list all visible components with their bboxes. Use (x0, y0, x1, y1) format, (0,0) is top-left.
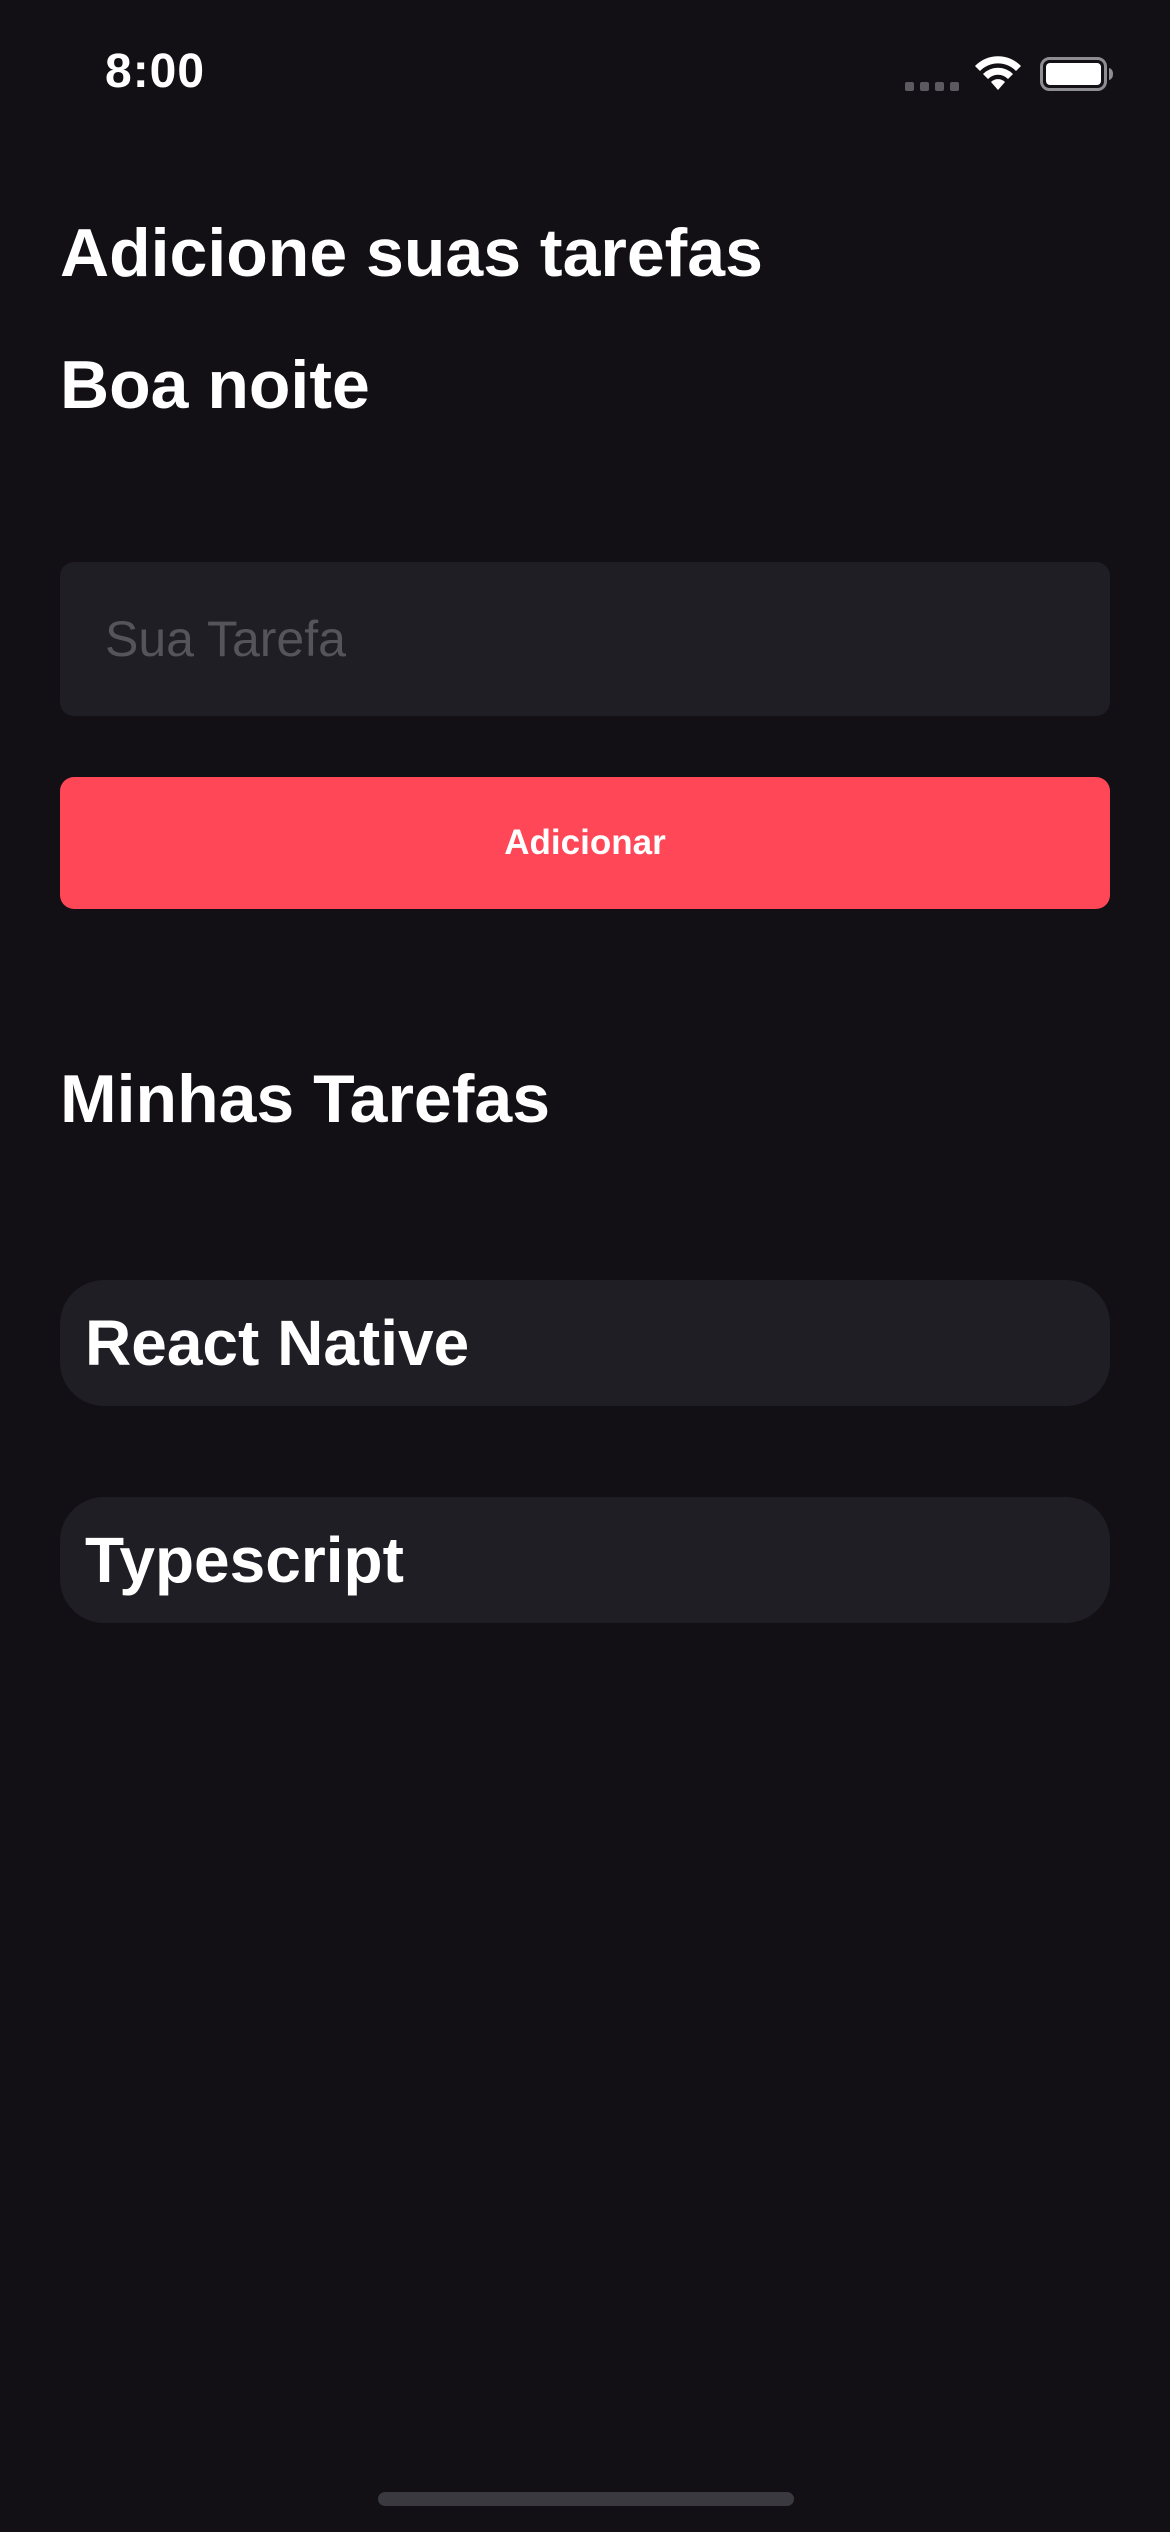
battery-icon (1040, 57, 1113, 91)
status-bar: 8:00 (0, 0, 1170, 150)
add-task-button[interactable]: Adicionar (60, 777, 1110, 909)
task-item-label: Typescript (85, 1524, 404, 1596)
status-time: 8:00 (105, 45, 206, 98)
task-item-label: React Native (85, 1307, 470, 1379)
task-item[interactable]: React Native (60, 1280, 1110, 1406)
home-indicator[interactable] (378, 2492, 794, 2506)
wifi-icon (975, 56, 1021, 90)
signal-dots-icon (905, 82, 959, 91)
task-input[interactable] (60, 562, 1110, 716)
task-item[interactable]: Typescript (60, 1497, 1110, 1623)
page-title: Adicione suas tarefas (60, 215, 763, 291)
tasks-section-title: Minhas Tarefas (60, 1061, 551, 1137)
greeting-text: Boa noite (60, 347, 370, 423)
